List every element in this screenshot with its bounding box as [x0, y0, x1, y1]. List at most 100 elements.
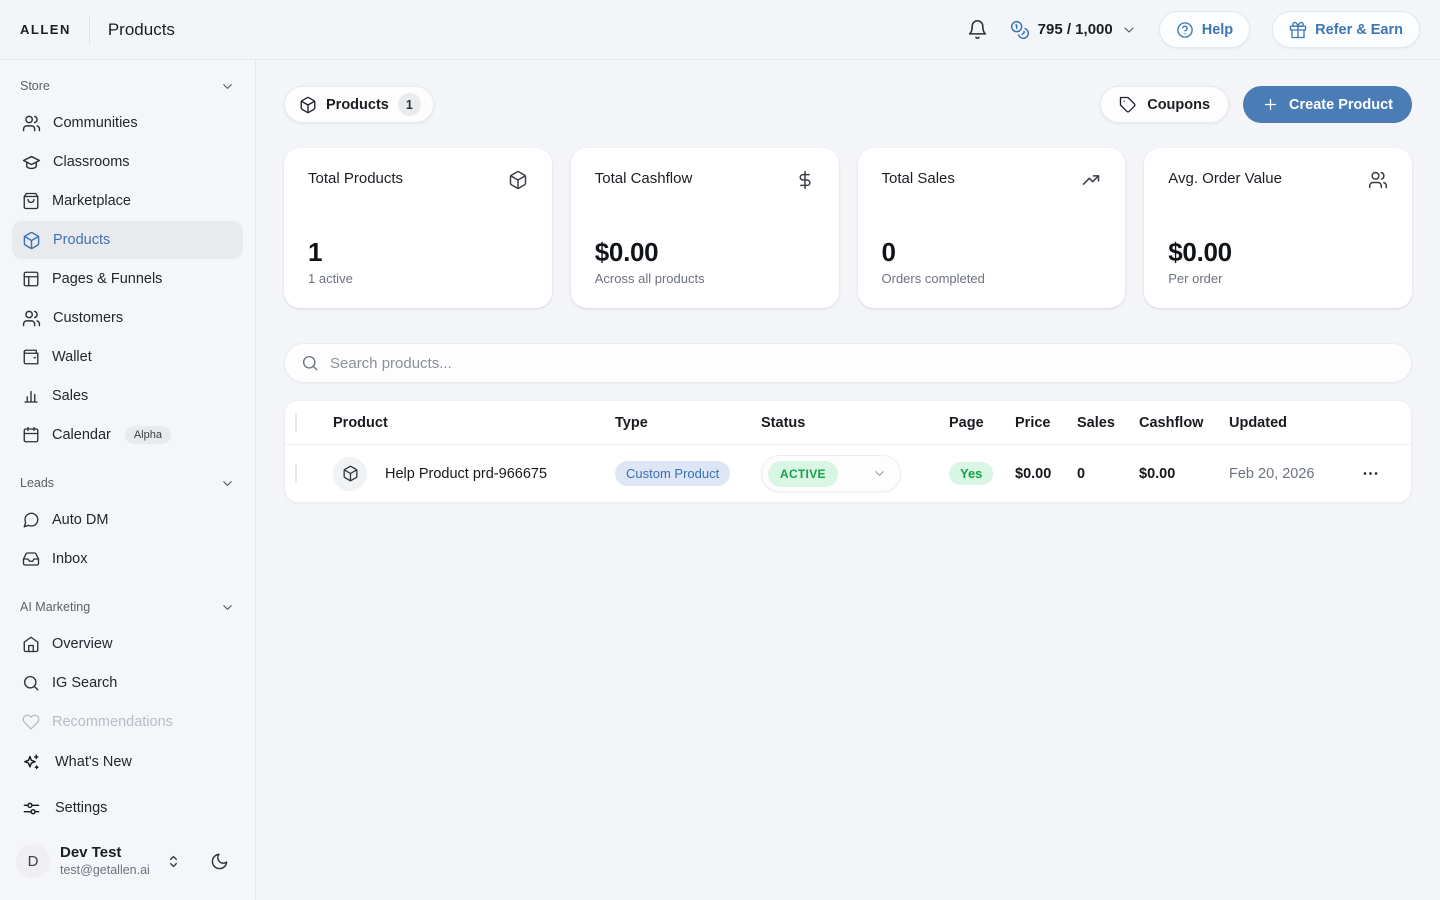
stat-value: 1 — [308, 237, 528, 268]
search-input[interactable] — [330, 355, 1395, 372]
sidebar-item-pages-funnels[interactable]: Pages & Funnels — [12, 260, 243, 298]
message-icon — [22, 511, 40, 529]
table-header: Product Type Status Page Price Sales Cas… — [285, 401, 1411, 445]
refer-earn-button[interactable]: Refer & Earn — [1272, 11, 1420, 48]
stats-row: Total Products 1 1 active Total Cashflow… — [284, 148, 1412, 308]
tab-products[interactable]: Products 1 — [284, 86, 434, 123]
sidebar-section-store: Store Communities Classrooms Marketplace… — [12, 74, 243, 455]
stat-subtitle: Across all products — [595, 271, 815, 286]
page-title: Products — [108, 20, 175, 40]
sidebar-item-settings[interactable]: Settings — [12, 788, 243, 828]
sidebar-item-ig-search[interactable]: IG Search — [12, 664, 243, 702]
table-row[interactable]: Help Product prd-966675 Custom Product A… — [285, 445, 1411, 502]
shopping-bag-icon — [22, 192, 40, 210]
sidebar-item-customers[interactable]: Customers — [12, 299, 243, 337]
credits-count: 795 / 1,000 — [1038, 21, 1113, 38]
section-header-store[interactable]: Store — [12, 74, 243, 98]
stat-card-total-cashflow: Total Cashflow $0.00 Across all products — [571, 148, 839, 308]
stat-card-total-sales: Total Sales 0 Orders completed — [858, 148, 1126, 308]
sidebar-section-leads: Leads Auto DM Inbox — [12, 471, 243, 579]
help-button[interactable]: Help — [1159, 11, 1250, 48]
column-header-type: Type — [615, 415, 761, 431]
help-circle-icon — [1176, 21, 1194, 39]
search-icon — [22, 674, 40, 692]
allen-logo[interactable]: ALLEN — [20, 22, 71, 37]
sidebar-item-sales[interactable]: Sales — [12, 377, 243, 415]
select-all-checkbox[interactable] — [295, 413, 297, 432]
sidebar-item-whats-new[interactable]: What's New — [12, 742, 243, 782]
chevron-down-icon — [220, 476, 235, 491]
stat-value: $0.00 — [1168, 237, 1388, 268]
dark-mode-moon-icon[interactable] — [210, 852, 229, 871]
sidebar-item-overview[interactable]: Overview — [12, 625, 243, 663]
stat-card-avg-order-value: Avg. Order Value $0.00 Per order — [1144, 148, 1412, 308]
user-profile[interactable]: D Dev Test test@getallen.ai — [12, 842, 243, 884]
sidebar-item-auto-dm[interactable]: Auto DM — [12, 501, 243, 539]
tag-icon — [1119, 96, 1137, 114]
calendar-icon — [22, 426, 40, 444]
layout-icon — [22, 270, 40, 288]
row-actions-menu-icon[interactable] — [1361, 464, 1411, 483]
chevron-down-icon — [220, 600, 235, 615]
sidebar-item-communities[interactable]: Communities — [12, 104, 243, 142]
sidebar-section-ai-marketing: AI Marketing Overview IG Search Recommen… — [12, 595, 243, 742]
stat-value: 0 — [882, 237, 1102, 268]
chevron-down-icon — [1121, 22, 1137, 38]
users-icon — [22, 114, 41, 133]
stat-subtitle: Per order — [1168, 271, 1388, 286]
sidebar-bottom: What's New Settings D Dev Test test@geta… — [12, 742, 243, 884]
column-header-product: Product — [333, 415, 615, 431]
notifications-bell-icon[interactable] — [967, 19, 988, 40]
avatar: D — [16, 844, 50, 878]
inbox-icon — [22, 550, 40, 568]
sidebar: Store Communities Classrooms Marketplace… — [0, 60, 256, 900]
gift-icon — [1289, 21, 1307, 39]
section-header-ai-marketing[interactable]: AI Marketing — [12, 595, 243, 619]
trending-up-icon — [1081, 170, 1101, 190]
stat-subtitle: 1 active — [308, 271, 528, 286]
search-bar — [284, 343, 1412, 383]
sidebar-item-inbox[interactable]: Inbox — [12, 540, 243, 578]
account-switcher-icon[interactable] — [165, 853, 182, 870]
box-icon — [22, 231, 41, 250]
heart-icon — [22, 713, 40, 731]
row-checkbox[interactable] — [295, 464, 297, 483]
user-name: Dev Test — [60, 844, 155, 863]
coins-icon — [1010, 20, 1030, 40]
status-dropdown[interactable]: ACTIVE — [761, 455, 901, 492]
stat-subtitle: Orders completed — [882, 271, 1102, 286]
sidebar-item-classrooms[interactable]: Classrooms — [12, 143, 243, 181]
page-badge: Yes — [949, 462, 993, 485]
wallet-icon — [22, 348, 40, 366]
products-count-badge: 1 — [398, 93, 421, 116]
price-cell: $0.00 — [1015, 466, 1077, 482]
credits-dropdown[interactable]: 795 / 1,000 — [1010, 20, 1137, 40]
sidebar-item-calendar[interactable]: Calendar Alpha — [12, 416, 243, 454]
users-icon — [22, 309, 41, 328]
column-header-status: Status — [761, 415, 949, 431]
user-email: test@getallen.ai — [60, 863, 155, 879]
product-box-icon — [333, 457, 367, 491]
stat-card-total-products: Total Products 1 1 active — [284, 148, 552, 308]
stat-value: $0.00 — [595, 237, 815, 268]
coupons-button[interactable]: Coupons — [1100, 86, 1229, 123]
column-header-updated: Updated — [1229, 415, 1361, 431]
column-header-cashflow: Cashflow — [1139, 415, 1229, 431]
create-product-button[interactable]: Create Product — [1243, 86, 1412, 123]
sidebar-item-recommendations[interactable]: Recommendations — [12, 703, 243, 741]
chevron-down-icon — [872, 466, 887, 481]
sidebar-item-marketplace[interactable]: Marketplace — [12, 182, 243, 220]
box-icon — [299, 96, 317, 114]
sidebar-item-products[interactable]: Products — [12, 221, 243, 259]
cashflow-cell: $0.00 — [1139, 466, 1229, 482]
sliders-icon — [22, 799, 41, 818]
status-badge: ACTIVE — [768, 461, 838, 487]
sales-cell: 0 — [1077, 466, 1139, 482]
users-icon — [1368, 170, 1388, 190]
sidebar-item-wallet[interactable]: Wallet — [12, 338, 243, 376]
section-header-leads[interactable]: Leads — [12, 471, 243, 495]
topbar-divider — [89, 15, 90, 45]
product-name: Help Product prd-966675 — [385, 466, 547, 482]
column-header-page: Page — [949, 415, 1015, 431]
topbar: ALLEN Products 795 / 1,000 Help Refer & … — [0, 0, 1440, 60]
